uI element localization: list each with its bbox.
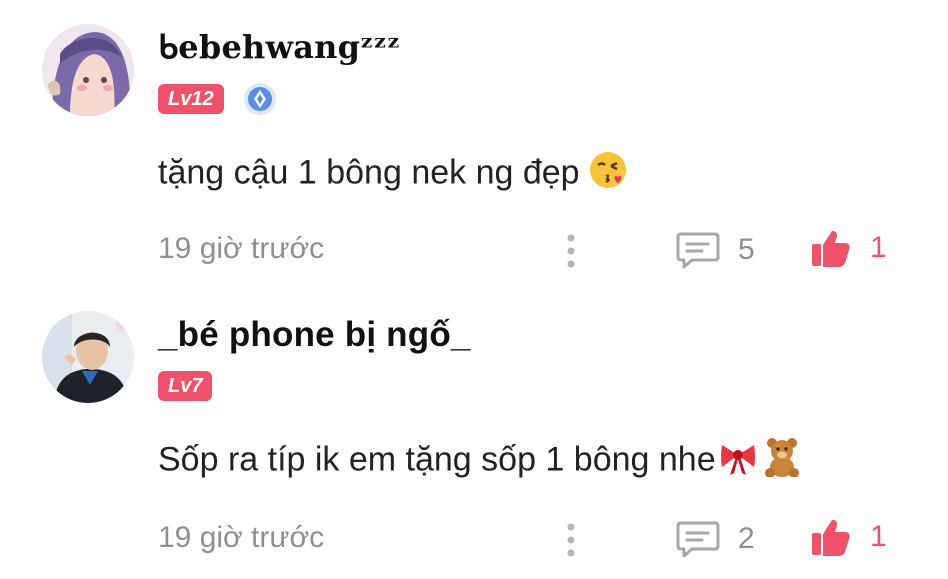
teddy-bear-icon <box>762 437 802 486</box>
ribbon-icon <box>718 437 758 486</box>
comment-item: _bé phone bị ngố_ Lv7 Sốp ra típ ik em t… <box>0 289 948 578</box>
thumbs-up-icon <box>812 519 850 556</box>
reply-count: 2 <box>738 522 755 555</box>
level-badge: Lv7 <box>158 371 213 401</box>
verified-badge-icon <box>244 83 276 115</box>
username[interactable]: ᑲebehwangᶻᶻᶻ <box>158 28 400 66</box>
like-button[interactable]: 1 <box>810 226 887 270</box>
timestamp: 19 giờ trước <box>158 521 325 554</box>
like-count: 1 <box>870 520 887 553</box>
reply-button[interactable]: 2 <box>676 519 755 559</box>
timestamp: 19 giờ trước <box>158 232 325 265</box>
reply-button[interactable]: 5 <box>676 230 755 270</box>
avatar[interactable] <box>42 311 134 403</box>
comment-icon <box>676 521 720 558</box>
username[interactable]: _bé phone bị ngố_ <box>158 315 471 355</box>
level-badge: Lv12 <box>158 84 224 114</box>
comment-text: Sốp ra típ ik em tặng sốp 1 bông nhe <box>158 437 802 486</box>
comment-text-content: Sốp ra típ ik em tặng sốp 1 bông nhe <box>158 440 716 479</box>
like-count: 1 <box>870 231 887 264</box>
like-button[interactable]: 1 <box>810 515 887 559</box>
more-options-icon[interactable] <box>562 232 580 272</box>
thumbs-up-icon <box>812 230 850 267</box>
avatar[interactable] <box>42 24 134 116</box>
face-blowing-kiss-icon <box>588 150 628 199</box>
comment-text: tặng cậu 1 bông nek ng đẹp <box>158 150 628 199</box>
comment-text-content: tặng cậu 1 bông nek ng đẹp <box>158 153 580 192</box>
comment-item: ᑲebehwangᶻᶻᶻ Lv12 tặng cậu 1 bông nek ng… <box>0 0 948 289</box>
comment-icon <box>676 232 720 269</box>
reply-count: 5 <box>738 233 755 266</box>
more-options-icon[interactable] <box>562 521 580 561</box>
